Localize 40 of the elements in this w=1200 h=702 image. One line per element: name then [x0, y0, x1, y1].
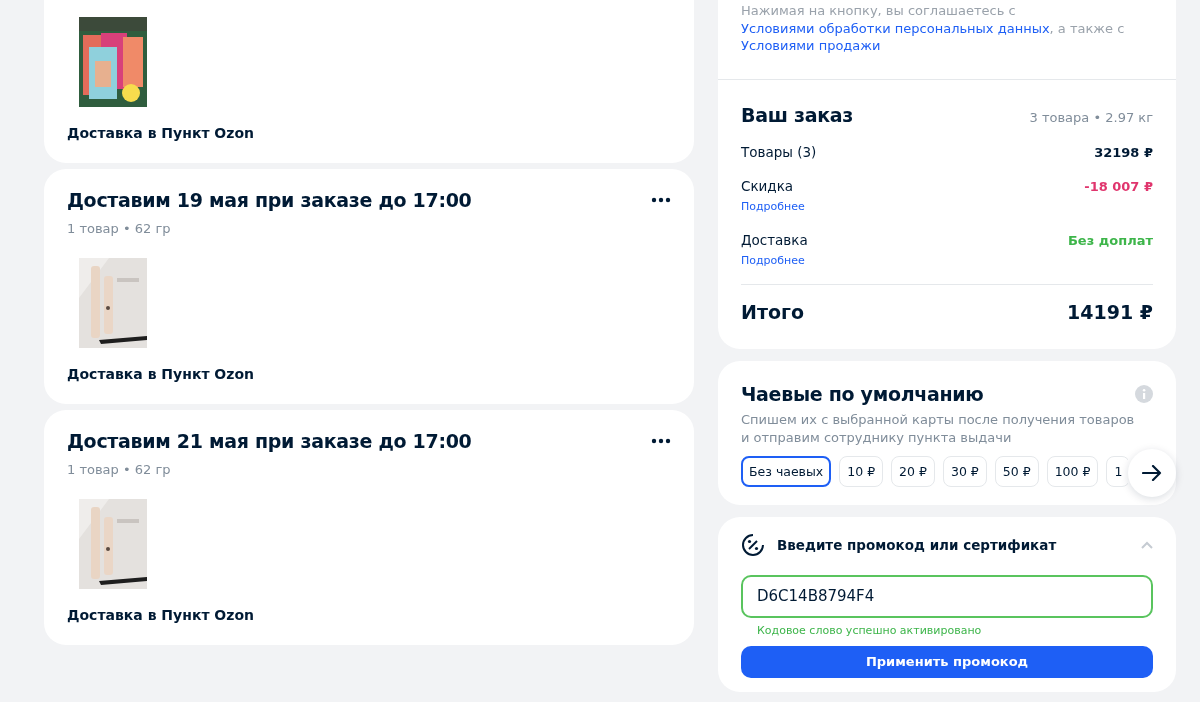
tip-option[interactable]: 20 ₽	[891, 455, 935, 487]
total-value: 14191 ₽	[1067, 300, 1153, 323]
tip-option[interactable]: 50 ₽	[994, 455, 1039, 487]
more-icon[interactable]	[651, 438, 671, 444]
order-summary: 3 товара • 2.97 кг	[1029, 109, 1153, 125]
order-line-label: Скидка	[741, 177, 794, 194]
order-line-value: 32198 ₽	[1094, 144, 1153, 160]
arrow-right-icon	[1142, 464, 1162, 481]
shipment-meta: 1 товар • 62 гр	[67, 221, 172, 236]
tip-option[interactable]: 30 ₽	[942, 455, 987, 487]
order-line-label: Доставка	[741, 231, 808, 248]
shipment-meta: 1 товар • 62 гр	[67, 462, 172, 477]
shipment-title: Доставим 19 мая при заказе до 17:00	[67, 189, 472, 211]
delivery-method: Доставка в Пункт Ozon	[67, 366, 255, 382]
order-line-value: Без доплат	[1067, 232, 1153, 248]
order-line-value: -18 007 ₽	[1084, 178, 1153, 194]
total-label: Итого	[741, 300, 804, 323]
delivery-method: Доставка в Пункт Ozon	[67, 125, 255, 141]
apply-button[interactable]: Применить промокод	[741, 645, 1153, 678]
promo-title: Введите промокод или сертификат	[777, 536, 1058, 553]
tip-option[interactable]: 10 ₽	[839, 455, 884, 487]
tip-option[interactable]: Без чаевых	[741, 455, 832, 487]
delivery-method: Доставка в Пункт Ozon	[67, 607, 255, 623]
details-link[interactable]: Подробнее	[741, 199, 805, 213]
tips-title: Чаевые по умолчанию	[741, 382, 984, 405]
details-link[interactable]: Подробнее	[741, 253, 805, 267]
next-button[interactable]	[1128, 448, 1176, 497]
promo-status: Кодовое слово успешно активировано	[757, 623, 982, 637]
shipment-title: Доставим 21 мая при заказе до 17:00	[67, 430, 472, 452]
tips-description: Спишем их с выбранной карты после получения товаров и отправим сотруднику пункта выдачи	[741, 410, 1136, 447]
order-line-label: Товары (3)	[741, 143, 817, 160]
more-icon[interactable]	[651, 197, 671, 203]
terms-link[interactable]: Условиями продажи	[741, 38, 881, 53]
consent-text: Нажимая на кнопку, вы соглашаетесь с Условиями обработки персональных данных, а также с Условиями продажи	[740, 2, 1126, 55]
percent-icon	[741, 532, 765, 557]
tip-option[interactable]: 100 ₽	[1046, 455, 1099, 487]
terms-link[interactable]: Условиями обработки персональных данных	[741, 20, 1050, 36]
tip-option[interactable]: 1	[1106, 455, 1128, 487]
promo-field[interactable]: D6C14B8794F4	[741, 574, 1153, 618]
order-title: Ваш заказ	[741, 103, 853, 126]
